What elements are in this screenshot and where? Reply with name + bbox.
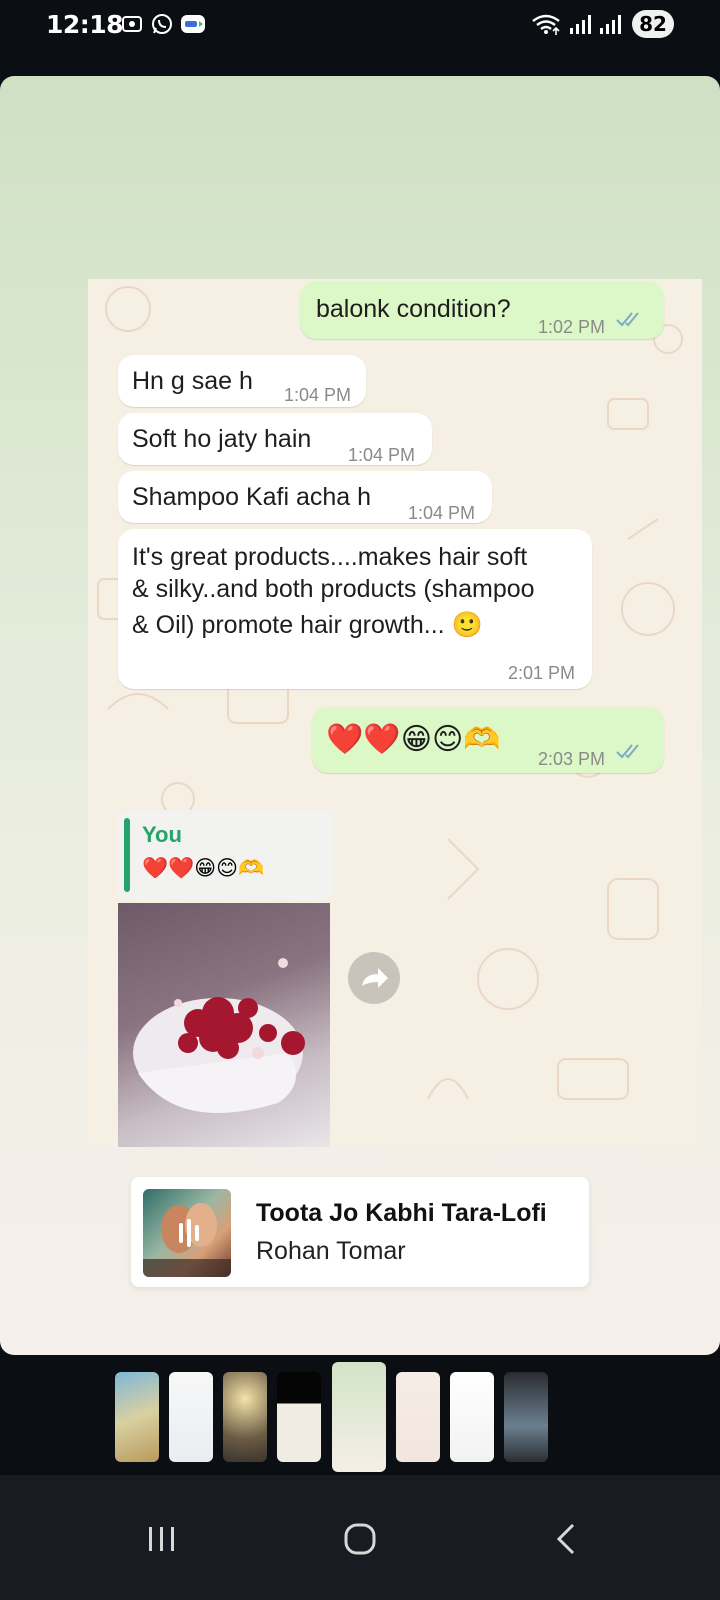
message-bubble-incoming[interactable]: Hn g sae h 1:04 PM	[118, 355, 366, 407]
signal-icon	[570, 15, 591, 34]
forward-button[interactable]	[348, 952, 400, 1004]
live-icon	[181, 15, 205, 33]
back-icon[interactable]	[545, 1517, 589, 1561]
story-thumbnail[interactable]	[115, 1372, 159, 1462]
song-title: Toota Jo Kabhi Tara-Lofi	[256, 1199, 547, 1227]
story-canvas[interactable]: balonk condition? 1:02 PM Hn g sae h 1:0…	[0, 76, 720, 1355]
reply-text: ❤️❤️😁😊🫶	[142, 857, 265, 880]
status-reply-card[interactable]: You ❤️❤️😁😊🫶	[118, 810, 334, 900]
battery-level: 82	[632, 10, 674, 38]
message-bubble-outgoing[interactable]: balonk condition? 1:02 PM	[300, 281, 664, 339]
status-bar: 12:18 82	[0, 0, 720, 52]
reply-author: You	[142, 822, 182, 847]
forward-icon	[362, 968, 388, 988]
whatsapp-icon	[152, 14, 172, 34]
recent-apps-icon[interactable]	[140, 1517, 184, 1561]
music-sticker[interactable]: Toota Jo Kabhi Tara-Lofi Rohan Tomar	[131, 1177, 589, 1287]
home-icon[interactable]	[338, 1517, 382, 1561]
message-time: 1:04 PM	[348, 445, 416, 465]
message-text: Soft ho jaty hain	[132, 425, 312, 453]
message-text: Shampoo Kafi acha h	[132, 483, 372, 511]
message-text-line: It's great products....makes hair soft	[132, 543, 528, 571]
message-bubble-incoming[interactable]: It's great products....makes hair soft &…	[118, 529, 592, 689]
message-time: 2:03 PM	[538, 749, 606, 769]
read-ticks-icon	[616, 312, 639, 327]
story-thumbnail-strip	[0, 1362, 720, 1472]
navigation-bar	[0, 1475, 720, 1600]
story-thumbnail[interactable]	[277, 1372, 321, 1462]
story-thumbnail[interactable]	[396, 1372, 440, 1462]
message-text: Hn g sae h	[132, 367, 253, 395]
wifi-icon	[532, 14, 560, 35]
message-bubble-incoming[interactable]: Soft ho jaty hain 1:04 PM	[118, 413, 432, 465]
message-time: 1:04 PM	[408, 503, 476, 523]
status-time: 12:18	[46, 10, 124, 39]
album-art-image	[143, 1203, 231, 1277]
message-text: ❤️❤️😁😊🫶	[326, 723, 501, 756]
message-time: 2:01 PM	[508, 663, 576, 683]
screen-recorder-icon	[122, 16, 142, 32]
message-time: 1:04 PM	[284, 385, 352, 405]
album-art	[143, 1189, 231, 1277]
reply-accent-bar	[124, 818, 130, 892]
signal-icon	[600, 15, 621, 34]
story-thumbnail-active[interactable]	[332, 1362, 386, 1472]
message-time: 1:02 PM	[538, 317, 606, 337]
message-bubble-incoming[interactable]: Shampoo Kafi acha h 1:04 PM	[118, 471, 492, 523]
rose-petals-photo[interactable]	[118, 903, 330, 1147]
message-text-line: & silky..and both products (shampoo	[132, 575, 535, 603]
message-bubble-outgoing[interactable]: ❤️❤️😁😊🫶 2:03 PM	[312, 707, 664, 773]
read-ticks-icon	[616, 744, 639, 759]
story-thumbnail[interactable]	[223, 1372, 267, 1462]
chat-screenshot: balonk condition? 1:02 PM Hn g sae h 1:0…	[88, 279, 702, 1147]
story-thumbnail[interactable]	[504, 1372, 548, 1462]
message-text-line: & Oil) promote hair growth... 🙂	[132, 611, 483, 639]
song-artist: Rohan Tomar	[256, 1237, 406, 1265]
photo-illustration	[133, 958, 305, 1113]
story-thumbnail[interactable]	[450, 1372, 494, 1462]
message-text: balonk condition?	[316, 295, 511, 323]
story-thumbnail[interactable]	[169, 1372, 213, 1462]
